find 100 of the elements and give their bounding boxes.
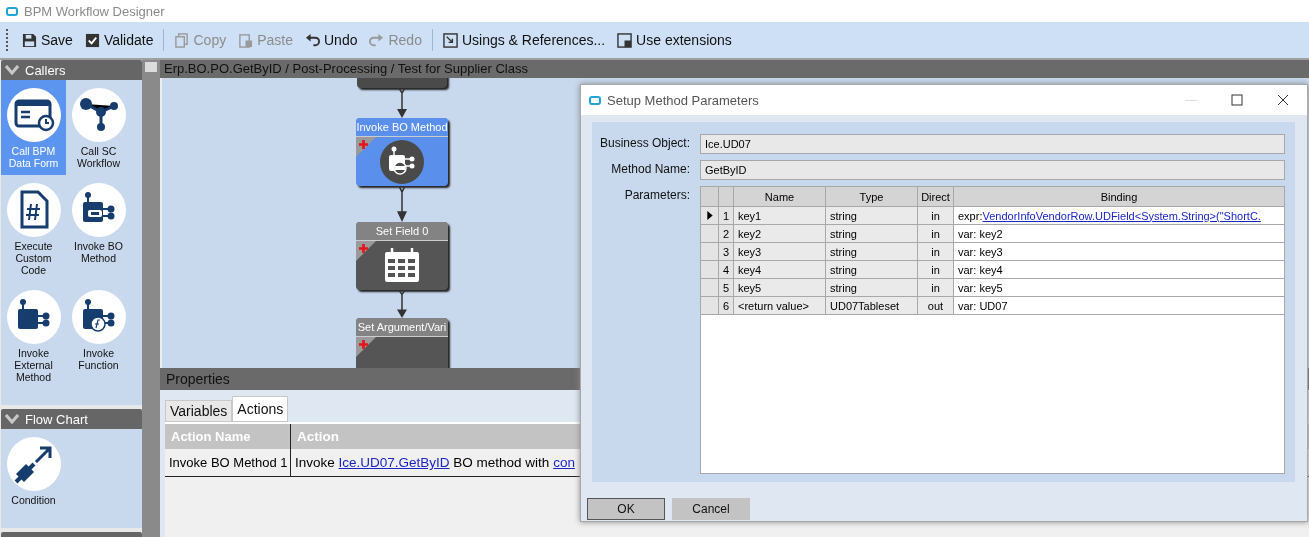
toolbar-button[interactable]: Save	[16, 28, 79, 52]
table-cell: <return value>	[734, 297, 826, 314]
node-title: Invoke BO Method	[356, 118, 448, 137]
column-header[interactable]: Direct	[918, 187, 954, 206]
dialog-button[interactable]: Cancel	[672, 498, 750, 520]
connector-arrow	[396, 88, 408, 118]
section-header[interactable]: Flow Chart	[1, 409, 142, 429]
table-cell: key5	[734, 279, 826, 296]
table-cell-text: expr:VendorInfoVendorRow.UDField<System.String>("ShortC.	[957, 208, 1262, 224]
section-header[interactable]: Callers	[1, 60, 142, 80]
column-header[interactable]: Type	[826, 187, 918, 206]
plus-icon	[359, 340, 368, 349]
maximize-icon[interactable]	[1231, 94, 1243, 106]
copy-icon	[174, 32, 190, 48]
toolbar-button[interactable]: Validate	[78, 28, 160, 52]
table-cell-text: var: UD07	[957, 298, 1009, 314]
table-cell: key1	[734, 207, 826, 224]
table-cell: in	[918, 279, 954, 296]
toolbar-grip	[6, 29, 10, 51]
readonly-field[interactable]: Ice.UD07	[700, 134, 1285, 154]
row-number: 6	[719, 297, 734, 314]
toolbar-button[interactable]: Use extensions	[611, 28, 738, 52]
checkbox-icon	[84, 32, 100, 48]
robot-database-icon	[379, 138, 425, 185]
node-title: Set Argument/Vari	[356, 318, 448, 337]
row-number: 4	[719, 261, 734, 278]
chevron-down-icon	[5, 414, 19, 424]
table-cell: string	[826, 261, 918, 278]
table-cell: UD07Tableset	[826, 297, 918, 314]
table-cell: in	[918, 243, 954, 260]
robot-icon	[5, 289, 62, 345]
row-number: 1	[719, 207, 734, 224]
table-cell-text: var: key3	[957, 244, 1004, 260]
table-cell-text: var: key4	[957, 262, 1004, 278]
connector-arrow	[396, 290, 408, 318]
column-header[interactable]: Binding	[954, 187, 1284, 206]
readonly-field[interactable]: GetByID	[700, 160, 1285, 180]
table-cell: in	[918, 225, 954, 242]
plus-icon	[359, 244, 368, 253]
table-cell: string	[826, 243, 918, 260]
table-cell: key4	[734, 261, 826, 278]
column-header[interactable]: Name	[734, 187, 826, 206]
close-icon[interactable]	[1277, 94, 1289, 106]
dialog-button[interactable]: OK	[587, 498, 665, 520]
breadcrumb: Erp.BO.PO.GetByID / Post-Processing / Test for Supplier Class	[160, 60, 1309, 78]
toolbox-item[interactable]: Condition	[1, 429, 66, 512]
toolbar-button[interactable]: Usings & References...	[436, 28, 612, 52]
field-label: Method Name:	[610, 161, 691, 178]
workflow-node[interactable]: Set Field 0	[356, 222, 448, 290]
diagonal-arrows-icon	[5, 436, 62, 492]
app-icon	[589, 95, 601, 105]
table-cell-text: var: key5	[957, 280, 1004, 296]
table-cell: in	[918, 207, 954, 224]
link[interactable]: con	[553, 455, 575, 470]
field-label: Parameters:	[623, 187, 691, 204]
clipboard-icon	[238, 32, 254, 48]
table-cell: in	[918, 261, 954, 278]
workflow-node[interactable]: Set Argument/Vari	[356, 318, 448, 368]
current-row-icon	[706, 211, 713, 220]
window-title: BPM Workflow Designer	[24, 3, 165, 19]
scrollbar[interactable]	[142, 60, 160, 537]
tab[interactable]: Variables	[165, 400, 233, 422]
node-title: Set Field 0	[356, 222, 448, 241]
form-clock-icon	[5, 87, 62, 143]
row-number: 5	[719, 279, 734, 296]
redo-icon	[369, 32, 385, 48]
toolbox-item[interactable]: Invoke External Method	[1, 282, 66, 389]
table-cell: string	[826, 225, 918, 242]
hash-document-icon	[5, 182, 62, 238]
row-number: 3	[719, 243, 734, 260]
app-icon	[6, 6, 18, 16]
table-cell: string	[826, 207, 918, 224]
plus-icon	[359, 140, 368, 149]
node-graph-icon	[70, 87, 127, 143]
toolbox-item[interactable]: Call SC Workflow	[66, 80, 131, 175]
toolbar-button[interactable]: Undo	[299, 28, 364, 52]
table-cell: out	[918, 297, 954, 314]
toolbox-item[interactable]: Execute Custom Code	[1, 175, 66, 282]
table-cell: key2	[734, 225, 826, 242]
dialog-title: Setup Method Parameters	[607, 92, 759, 108]
robot-function-icon	[70, 289, 127, 345]
connector-arrow	[396, 186, 408, 222]
table-cell: Invoke BO Method 1	[165, 449, 291, 476]
chevron-down-icon	[5, 65, 19, 75]
scroll-up-icon	[145, 62, 157, 72]
link[interactable]: Ice.UD07.GetByID	[338, 455, 450, 470]
link[interactable]: VendorInfoVendorRow.UDField<System.String>("ShortC.	[982, 209, 1261, 222]
toolbox-item[interactable]: Invoke Function	[66, 282, 131, 389]
tab[interactable]: Actions	[232, 396, 289, 422]
window-icon	[617, 32, 633, 48]
row-number: 2	[719, 225, 734, 242]
field-label: Business Object:	[598, 135, 691, 152]
table-cell-text: var: key2	[957, 226, 1004, 242]
row-selector[interactable]	[701, 207, 719, 224]
robot-database-icon	[70, 182, 127, 238]
toolbox-item[interactable]: Invoke BO Method	[66, 175, 131, 282]
minimize-icon[interactable]	[1185, 99, 1197, 101]
table-cell: string	[826, 279, 918, 296]
undo-icon	[305, 32, 320, 48]
table-cell: key3	[734, 243, 826, 260]
